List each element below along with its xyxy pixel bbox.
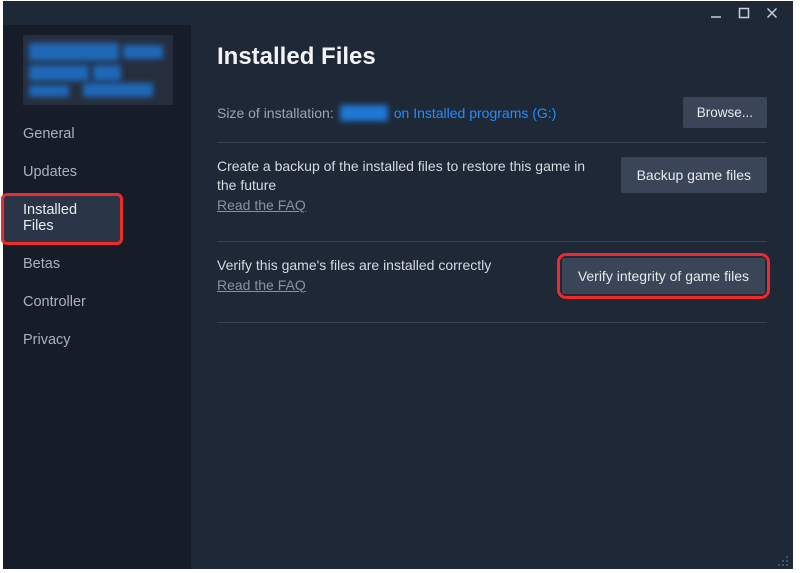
backup-game-files-button[interactable]: Backup game files: [621, 157, 767, 193]
sidebar-item-updates[interactable]: Updates: [3, 157, 191, 189]
game-thumbnail: [23, 35, 173, 105]
backup-description: Create a backup of the installed files t…: [217, 157, 597, 195]
titlebar: [3, 1, 793, 25]
properties-window: General Updates Installed Files Betas Co…: [3, 1, 793, 569]
size-value-redacted: [340, 105, 388, 121]
verify-description: Verify this game's files are installed c…: [217, 256, 491, 275]
sidebar-item-privacy[interactable]: Privacy: [3, 325, 191, 357]
backup-faq-link[interactable]: Read the FAQ: [217, 197, 306, 213]
sidebar: General Updates Installed Files Betas Co…: [3, 25, 191, 569]
sidebar-item-general[interactable]: General: [3, 119, 191, 151]
close-button[interactable]: [765, 6, 779, 20]
sidebar-item-installed-files[interactable]: Installed Files: [3, 195, 121, 243]
size-label: Size of installation:: [217, 105, 334, 121]
verify-integrity-button[interactable]: Verify integrity of game files: [562, 258, 765, 294]
sidebar-item-controller[interactable]: Controller: [3, 287, 191, 319]
browse-button[interactable]: Browse...: [683, 97, 767, 128]
maximize-button[interactable]: [737, 6, 751, 20]
verify-faq-link[interactable]: Read the FAQ: [217, 277, 306, 293]
separator: [217, 241, 767, 242]
verify-section: Verify this game's files are installed c…: [217, 256, 767, 308]
window-body: General Updates Installed Files Betas Co…: [3, 25, 793, 569]
minimize-button[interactable]: [709, 6, 723, 20]
install-size-row: Size of installation: on Installed progr…: [217, 97, 767, 128]
main-panel: Installed Files Size of installation: on…: [191, 25, 793, 569]
sidebar-item-betas[interactable]: Betas: [3, 249, 191, 281]
separator: [217, 322, 767, 323]
separator: [217, 142, 767, 143]
verify-button-highlight: Verify integrity of game files: [560, 256, 767, 296]
page-title: Installed Files: [217, 43, 767, 71]
backup-section: Create a backup of the installed files t…: [217, 157, 767, 227]
resize-grip-icon[interactable]: [777, 554, 789, 566]
install-drive-link[interactable]: on Installed programs (G:): [394, 105, 557, 121]
